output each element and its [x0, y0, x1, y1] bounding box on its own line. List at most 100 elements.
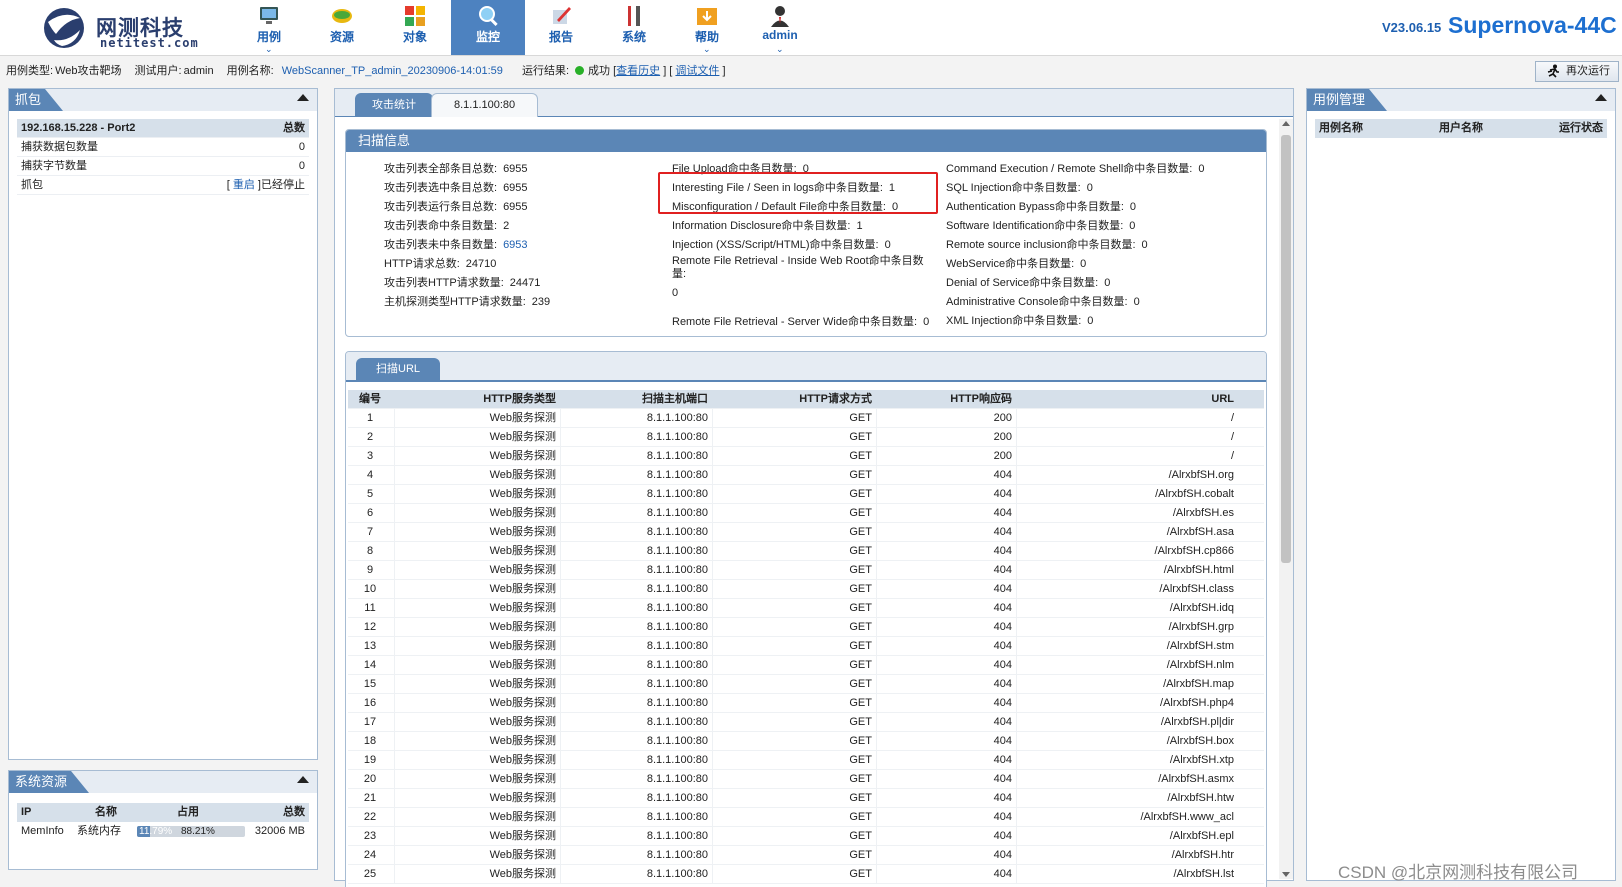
- capture-panel: 抓包 192.168.15.228 - Port2 总数 捕获数据包数量 0 捕…: [8, 88, 318, 760]
- nav-item-6[interactable]: 系统: [597, 0, 671, 55]
- memory-used-percent: 11.79%: [139, 826, 173, 837]
- table-row[interactable]: 17 Web服务探测 8.1.1.100:80 GET 404/AlrxbfSH.pl|…: [348, 713, 1264, 732]
- table-row[interactable]: 16 Web服务探测 8.1.1.100:80 GET 404/AlrxbfSH.php…: [348, 694, 1264, 713]
- table-row[interactable]: 3 Web服务探测 8.1.1.100:80 GET 200 /: [348, 447, 1264, 466]
- collapse-up-icon[interactable]: [1595, 94, 1607, 101]
- column-divider: [394, 447, 395, 466]
- stat-value: 6955: [503, 201, 528, 213]
- watermark-text: CSDN @北京网测科技有限公司: [1338, 863, 1579, 882]
- column-divider: [1016, 751, 1017, 770]
- column-divider: [876, 447, 877, 466]
- row-url: /AlrxbfSH.map: [1163, 678, 1234, 690]
- row-service-type: Web服务探测: [489, 469, 556, 481]
- column-divider: [1016, 485, 1017, 504]
- table-row[interactable]: 6 Web服务探测 8.1.1.100:80 GET 404/AlrxbfSH.es: [348, 504, 1264, 523]
- column-divider: [1016, 637, 1017, 656]
- table-row[interactable]: 22 Web服务探测 8.1.1.100:80 GET 404/AlrxbfSH.www…: [348, 808, 1264, 827]
- nav-item-5[interactable]: 报告: [524, 0, 598, 55]
- stat-label: Denial of Service命中条目数量:: [946, 277, 1099, 289]
- monitor-main-panel: 攻击统计 8.1.1.100:80 扫描信息 攻击列表全部条目总数: 6955 攻击…: [334, 88, 1294, 887]
- scrollbar-thumb[interactable]: [1281, 135, 1291, 563]
- monitor-icon: [260, 7, 278, 24]
- stat-value: 6955: [503, 182, 528, 194]
- column-divider: [712, 694, 713, 713]
- tab-target-host[interactable]: 8.1.1.100:80: [431, 93, 539, 117]
- column-divider: [1016, 618, 1017, 637]
- view-history-link[interactable]: 查看历史: [616, 65, 660, 77]
- nav-item-7[interactable]: 帮助 ⌄: [670, 0, 744, 55]
- table-row[interactable]: 15 Web服务探测 8.1.1.100:80 GET 404/AlrxbfSH.map: [348, 675, 1264, 694]
- row-index: 18: [363, 735, 377, 747]
- table-row[interactable]: 24 Web服务探测 8.1.1.100:80 GET 404/AlrxbfSH.htr: [348, 846, 1264, 865]
- table-row[interactable]: 19 Web服务探测 8.1.1.100:80 GET 404/AlrxbfSH.xtp: [348, 751, 1264, 770]
- table-row[interactable]: 10 Web服务探测 8.1.1.100:80 GET 404/AlrxbfSH.cla…: [348, 580, 1264, 599]
- nav-item-4[interactable]: 监控: [451, 0, 525, 55]
- tab-attack-stats[interactable]: 攻击统计: [355, 93, 433, 117]
- table-row[interactable]: 9 Web服务探测 8.1.1.100:80 GET 404/AlrxbfSH.html: [348, 561, 1264, 580]
- table-row[interactable]: 14 Web服务探测 8.1.1.100:80 GET 404/AlrxbfSH.nlm: [348, 656, 1264, 675]
- nav-item-3[interactable]: 对象: [378, 0, 452, 55]
- debug-file-link[interactable]: 调试文件: [675, 65, 719, 77]
- scroll-up-arrow-icon[interactable]: [1282, 121, 1290, 126]
- table-row[interactable]: 23 Web服务探测 8.1.1.100:80 GET 404/AlrxbfSH.epl: [348, 827, 1264, 846]
- nav-item-8[interactable]: admin ⌄: [743, 0, 817, 55]
- nav-item-1[interactable]: 用例 ⌄: [232, 0, 306, 55]
- row-status-code: 404: [993, 659, 1012, 671]
- stat-line: Remote File Retrieval - Server Wide命中条目数…: [672, 313, 929, 329]
- table-row[interactable]: 25 Web服务探测 8.1.1.100:80 GET 404/AlrxbfSH.lst: [348, 865, 1264, 884]
- column-divider: [560, 808, 561, 827]
- row-status-code: 404: [993, 507, 1012, 519]
- capture-label: 抓包: [21, 179, 43, 191]
- case-management-panel: 用例管理 用例名称 用户名称 运行状态: [1306, 88, 1616, 881]
- row-service-type: Web服务探测: [489, 564, 556, 576]
- table-row[interactable]: 2 Web服务探测 8.1.1.100:80 GET 200 /: [348, 428, 1264, 447]
- row-service-type: Web服务探测: [489, 792, 556, 804]
- table-row[interactable]: 20 Web服务探测 8.1.1.100:80 GET 404/AlrxbfSH.asm…: [348, 770, 1264, 789]
- capture-bytes-value: 0: [298, 160, 305, 172]
- stat-line: Remote source inclusion命中条目数量: 0: [946, 236, 1148, 252]
- collapse-up-icon[interactable]: [297, 94, 309, 101]
- run-result-label: 运行结果:: [521, 65, 570, 77]
- table-row[interactable]: 12 Web服务探测 8.1.1.100:80 GET 404/AlrxbfSH.grp: [348, 618, 1264, 637]
- nav-item-2[interactable]: 资源: [305, 0, 379, 55]
- table-row[interactable]: 5 Web服务探测 8.1.1.100:80 GET 404/AlrxbfSH.coba…: [348, 485, 1264, 504]
- row-method: GET: [849, 735, 872, 747]
- vertical-scrollbar[interactable]: [1279, 119, 1293, 879]
- table-row[interactable]: 7 Web服务探测 8.1.1.100:80 GET 404/AlrxbfSH.asa: [348, 523, 1264, 542]
- scroll-down-arrow-icon[interactable]: [1282, 872, 1290, 877]
- stat-value: 1: [856, 220, 863, 232]
- tab-scan-url[interactable]: 扫描URL: [356, 358, 441, 382]
- stat-line: 攻击列表命中条目数量: 2: [384, 217, 509, 233]
- stat-label: Information Disclosure命中条目数量:: [672, 220, 851, 232]
- table-row[interactable]: 21 Web服务探测 8.1.1.100:80 GET 404/AlrxbfSH.htw: [348, 789, 1264, 808]
- row-index: 9: [366, 564, 374, 576]
- table-row[interactable]: 4 Web服务探测 8.1.1.100:80 GET 404/AlrxbfSH.org: [348, 466, 1264, 485]
- column-divider: [1016, 694, 1017, 713]
- table-row[interactable]: 11 Web服务探测 8.1.1.100:80 GET 404/AlrxbfSH.idq: [348, 599, 1264, 618]
- rerun-button[interactable]: 再次运行: [1535, 61, 1619, 82]
- row-service-type: Web服务探测: [489, 412, 556, 424]
- row-host-port: 8.1.1.100:80: [646, 469, 708, 481]
- column-divider: [560, 789, 561, 808]
- table-row[interactable]: 8 Web服务探测 8.1.1.100:80 GET 404/AlrxbfSH.cp86…: [348, 542, 1264, 561]
- table-row[interactable]: 1 Web服务探测 8.1.1.100:80 GET 200 /: [348, 409, 1264, 428]
- column-divider: [560, 675, 561, 694]
- column-divider: [1016, 447, 1017, 466]
- row-status-code: 404: [993, 811, 1012, 823]
- row-index: 19: [363, 754, 377, 766]
- row-host-port: 8.1.1.100:80: [646, 868, 708, 880]
- row-service-type: Web服务探测: [489, 659, 556, 671]
- row-method: GET: [849, 488, 872, 500]
- row-status-code: 404: [993, 849, 1012, 861]
- column-divider: [712, 713, 713, 732]
- table-row[interactable]: 18 Web服务探测 8.1.1.100:80 GET 404/AlrxbfSH.box: [348, 732, 1264, 751]
- table-row[interactable]: 13 Web服务探测 8.1.1.100:80 GET 404/AlrxbfSH.stm: [348, 637, 1264, 656]
- restart-capture-link[interactable]: 重启: [233, 179, 255, 191]
- stat-label: Remote File Retrieval - Inside Web Root命…: [672, 255, 924, 267]
- column-divider: [712, 447, 713, 466]
- row-status-code: 404: [993, 488, 1012, 500]
- row-status-code: 404: [993, 678, 1012, 690]
- column-divider: [394, 618, 395, 637]
- column-divider: [1016, 789, 1017, 808]
- collapse-up-icon[interactable]: [297, 776, 309, 783]
